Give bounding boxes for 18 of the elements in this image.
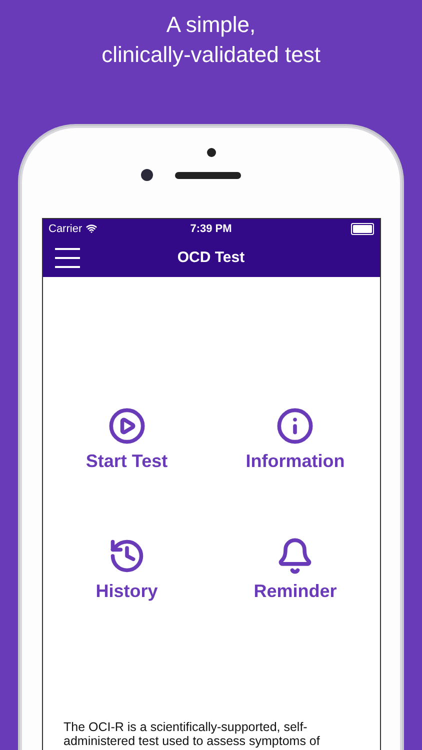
menu-tile-button[interactable]: History [96,537,158,602]
menu-tile-button[interactable]: Information [246,407,345,472]
menu-tile-button[interactable]: Start Test [86,407,168,472]
menu-tile-button[interactable]: Reminder [254,537,337,602]
headline-text: A simple, [165,11,257,39]
carrier-label: Carrier [48,222,82,234]
clock-time: 7:39 PM [190,222,232,234]
headline-text: clinically-validated test [102,41,320,69]
battery-icon [350,222,374,234]
nav-title: OCD Test [177,249,245,266]
sensor-dot [206,148,216,157]
description-text: The OCI-R is a scientifically-supported, self-administered test used to assess symptoms of [62,720,321,750]
play-icon [108,407,146,445]
info-icon [276,407,314,445]
menu-button[interactable] [54,248,80,268]
speaker-grille [175,172,241,178]
wifi-icon [86,223,98,234]
camera-lens [141,169,153,181]
